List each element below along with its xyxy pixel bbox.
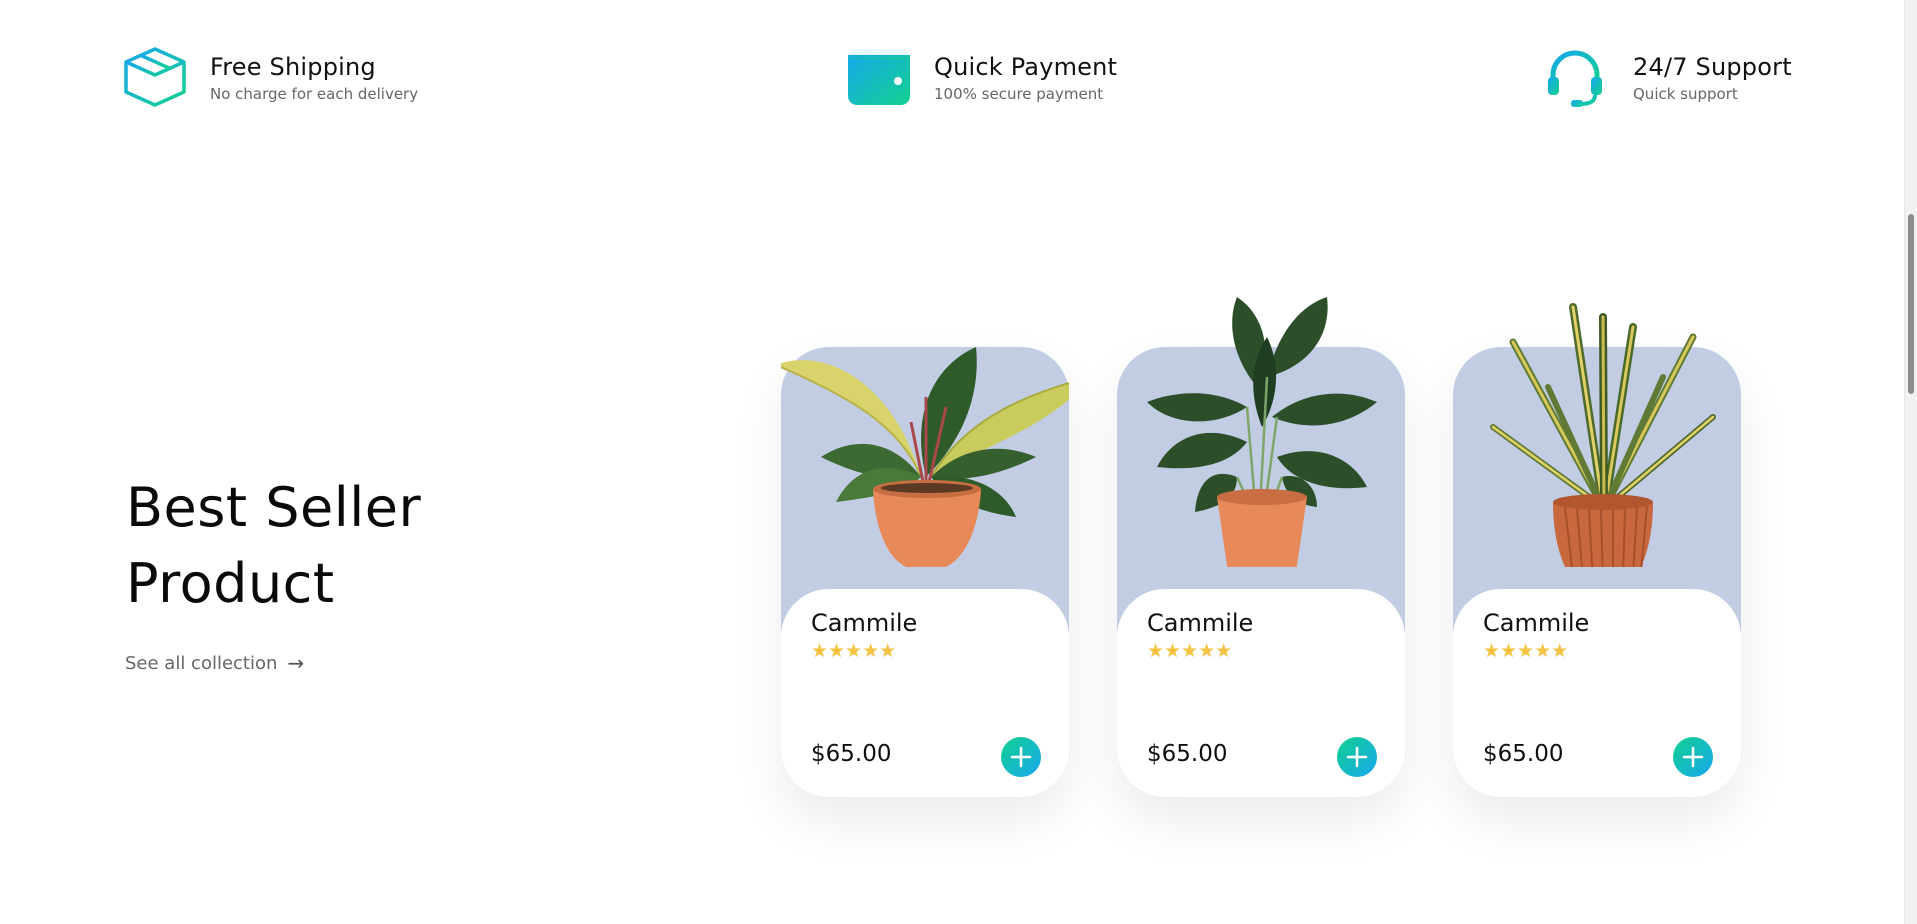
- see-all-collection-link[interactable]: See all collection →: [125, 651, 304, 675]
- product-price: $65.00: [811, 741, 892, 767]
- section-title-line2: Product: [126, 552, 335, 615]
- product-name: Cammile: [1147, 609, 1254, 637]
- plus-icon: [1010, 746, 1032, 768]
- feature-subtitle: 100% secure payment: [934, 84, 1104, 103]
- feature-free-shipping: Free Shipping No charge for each deliver…: [122, 44, 418, 110]
- headset-icon: [1545, 44, 1613, 110]
- wallet-icon: [846, 44, 914, 110]
- scrollbar-thumb[interactable]: [1908, 214, 1914, 394]
- section-title: Best Seller Product: [126, 470, 421, 622]
- product-card-body: Cammile ★★★★★ $65.00: [1117, 589, 1405, 797]
- add-to-cart-button[interactable]: [1673, 737, 1713, 777]
- feature-quick-payment: Quick Payment 100% secure payment: [846, 44, 1117, 110]
- product-card-body: Cammile ★★★★★ $65.00: [1453, 589, 1741, 797]
- monstera-plant: [1147, 297, 1377, 567]
- plus-icon: [1682, 746, 1704, 768]
- feature-title: 24/7 Support: [1633, 52, 1792, 81]
- product-price: $65.00: [1483, 741, 1564, 767]
- plus-icon: [1346, 746, 1368, 768]
- arrow-right-icon: →: [287, 651, 305, 675]
- star-icon: ★★★★★: [1147, 640, 1233, 662]
- product-name: Cammile: [1483, 609, 1590, 637]
- philodendron-plant: [781, 347, 1069, 567]
- product-price: $65.00: [1147, 741, 1228, 767]
- feature-title: Free Shipping: [210, 52, 376, 81]
- rating-stars: ★★★★★: [811, 641, 896, 661]
- box-icon: [122, 44, 190, 110]
- rating-stars: ★★★★★: [1483, 641, 1568, 661]
- section-title-line1: Best Seller: [126, 476, 422, 539]
- add-to-cart-button[interactable]: [1001, 737, 1041, 777]
- snake-plant: [1490, 303, 1716, 567]
- rating-stars: ★★★★★: [1147, 641, 1232, 661]
- add-to-cart-button[interactable]: [1337, 737, 1377, 777]
- product-card-body: Cammile ★★★★★ $65.00: [781, 589, 1069, 797]
- product-name: Cammile: [811, 609, 918, 637]
- product-card[interactable]: Cammile ★★★★★ $65.00: [1453, 303, 1741, 797]
- product-card[interactable]: Cammile ★★★★★ $65.00: [781, 347, 1069, 797]
- feature-subtitle: Quick support: [1633, 84, 1738, 103]
- feature-title: Quick Payment: [934, 52, 1118, 81]
- page-scrollbar[interactable]: [1904, 0, 1917, 924]
- product-card[interactable]: Cammile ★★★★★ $65.00: [1117, 297, 1405, 797]
- see-all-label: See all collection: [125, 652, 278, 674]
- star-icon: ★★★★★: [1483, 640, 1569, 662]
- feature-subtitle: No charge for each delivery: [210, 84, 419, 103]
- feature-support: 24/7 Support Quick support: [1545, 44, 1792, 110]
- star-icon: ★★★★★: [811, 640, 897, 662]
